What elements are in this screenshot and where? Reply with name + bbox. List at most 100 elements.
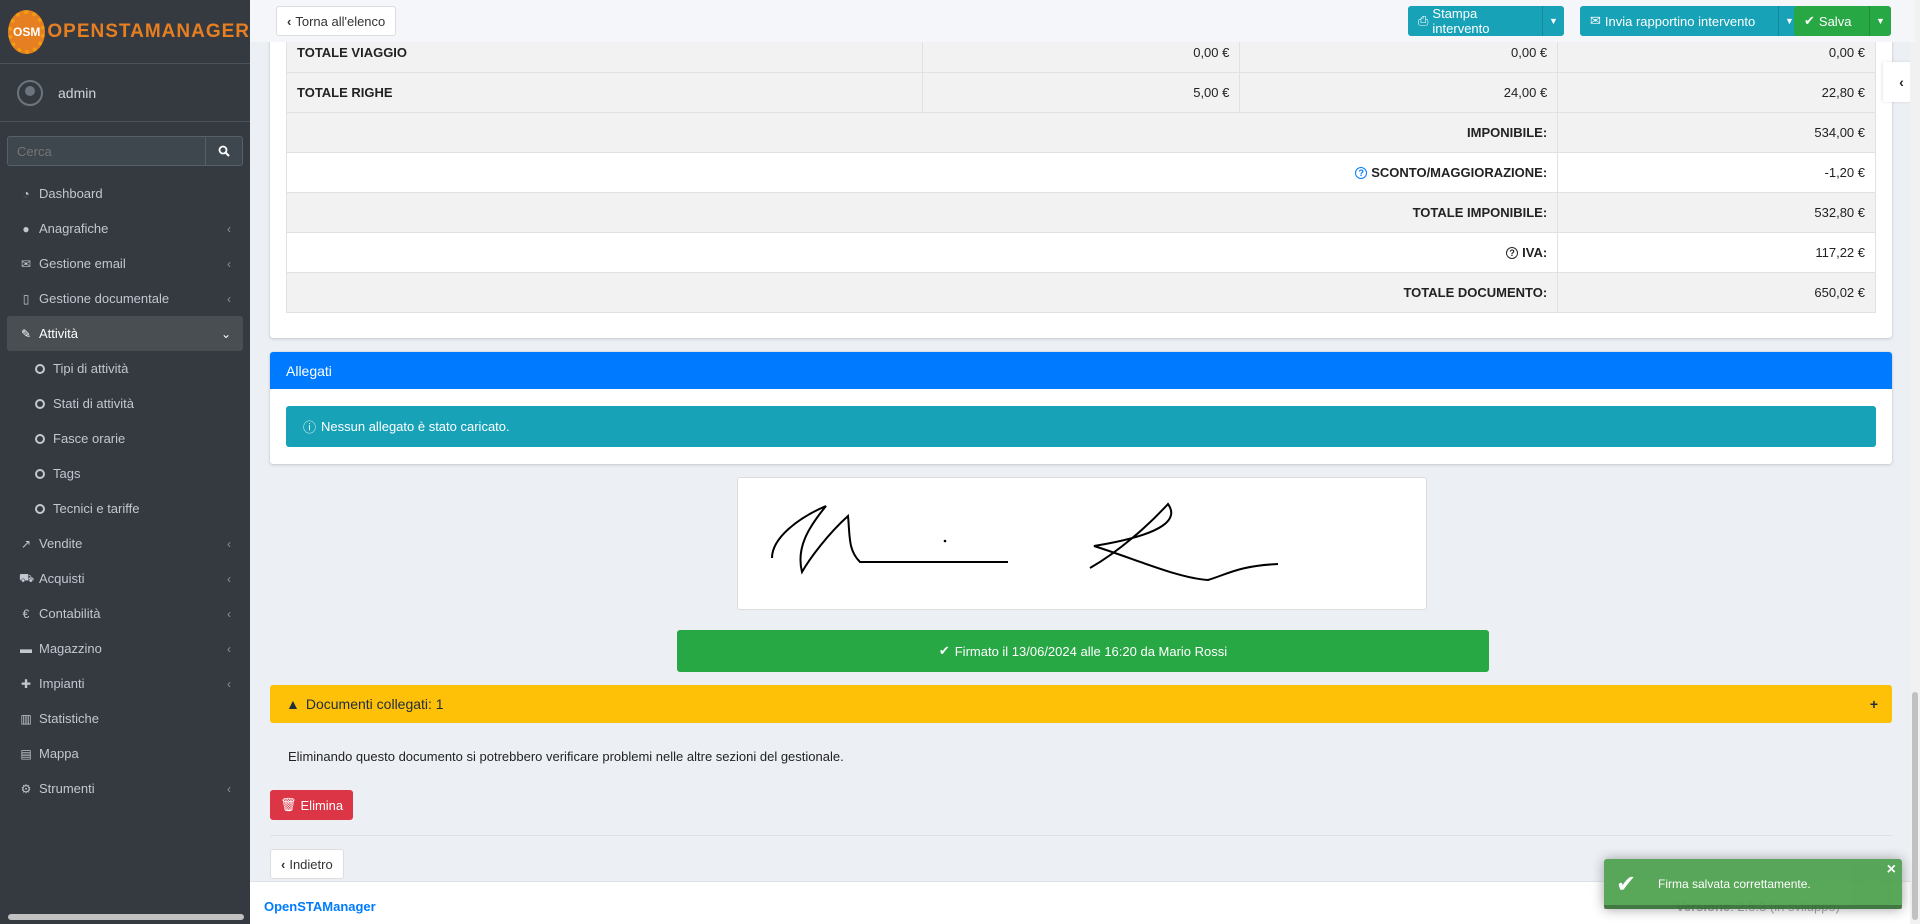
table-row: ? IVA: 117,22 € [285,232,1876,273]
sidebar-item-label: Vendite [39,536,83,551]
linked-documents-panel[interactable]: ▲ Documenti collegati: 1 + [270,685,1892,723]
user-avatar-icon [17,79,43,106]
save-label: Salva [1818,13,1852,29]
table-row: TOTALE RIGHE 5,00 € 24,00 € 22,80 € [286,72,1876,113]
sidebar-item-dashboard[interactable]: ◔ Dashboard [7,176,243,211]
dashboard-icon: ◔ [22,186,30,201]
success-toast[interactable]: ✔ Firma salvata correttamente. × [1604,859,1902,909]
cell-value: 650,02 € [1557,272,1876,313]
sidebar-item-impianti[interactable]: ✚ Impianti ‹ [7,666,243,701]
handwritten-signature [771,502,1279,582]
question-circle-icon[interactable]: ? [1506,247,1519,259]
sidebar-item-label: Contabilità [39,606,101,621]
scrollbar-thumb[interactable] [1912,692,1918,920]
chevron-left-icon: ‹ [287,13,292,29]
delete-warning-text: Eliminando questo documento si potrebber… [288,749,844,764]
sidebar-item-label: Impianti [39,676,85,691]
envelope-icon: ✉ [20,256,32,271]
search-input[interactable] [7,136,206,166]
map-icon: ▤ [20,746,32,761]
sidebar-item-attivita[interactable]: ✎ Attività ⌄ [7,316,243,351]
euro-icon: € [22,606,30,621]
sidebar-item-label: Anagrafiche [39,221,109,236]
brand-logo: OSM [8,9,46,54]
sidebar-item-label: Dashboard [39,186,103,201]
chevron-left-icon: ‹ [227,221,231,236]
circle-icon [35,468,45,479]
send-report-label: Invia rapportino intervento [1604,13,1756,29]
chevron-left-icon: ‹ [227,641,231,656]
main-content: TOTALE VIAGGIO 0,00 € 0,00 € 0,00 € TOTA… [250,0,1920,924]
info-circle-icon: ⓘ [303,420,317,435]
toast-message: Firma salvata correttamente. [1658,877,1811,891]
print-intervention-button[interactable]: ⎙ Stampa intervento [1408,6,1542,36]
sidebar-item-statistiche[interactable]: ▥ Statistiche [7,701,243,736]
sidebar-item-mappa[interactable]: ▤ Mappa [7,736,243,771]
user-panel[interactable]: admin [0,64,250,122]
cog-icon: ⚙ [20,781,32,796]
close-icon[interactable]: × [1887,861,1896,879]
sidebar-scrollbar[interactable] [8,914,244,920]
send-report-button[interactable]: ✉ Invia rapportino intervento [1580,6,1778,36]
table-row: TOTALE IMPONIBILE: 532,80 € [285,192,1876,233]
page-scrollbar[interactable] [1910,0,1920,924]
main-sidebar: OSM OPENSTAMANAGER admin ◔ Dashboard ● Ana… [0,0,250,924]
check-icon: ✔ [1804,13,1815,28]
sidebar-item-label: Gestione email [39,256,126,271]
brand[interactable]: OSM OPENSTAMANAGER [0,0,250,64]
delete-button[interactable]: 🗑 Elimina [270,790,354,820]
print-dropdown-toggle[interactable]: ▼ [1542,6,1564,36]
sidebar-item-label: Magazzino [39,641,102,656]
back-to-list-button[interactable]: ‹ Torna all'elenco [276,6,397,36]
cart-icon: ⛟ [19,570,35,585]
sidebar-item-tipi-attivita[interactable]: Tipi di attività [7,351,243,386]
sidebar-item-acquisti[interactable]: ⛟ Acquisti ‹ [7,561,243,596]
row-label: IVA: [1522,245,1548,260]
plus-icon[interactable]: + [1870,696,1878,712]
toast-progress-bar [1604,905,1902,909]
caret-down-icon: ▼ [1549,16,1558,26]
check-icon: ✔ [938,643,950,658]
chevron-left-icon: ‹ [227,606,231,621]
sidebar-item-label: Statistiche [39,711,99,726]
user-name[interactable]: admin [58,85,96,101]
search-button[interactable] [205,136,243,166]
circle-icon [35,503,45,514]
circle-icon [35,433,45,444]
chevron-left-icon: ‹ [227,571,231,586]
sidebar-item-magazzino[interactable]: ▬ Magazzino ‹ [7,631,243,666]
footer-brand-link[interactable]: OpenSTAManager [264,899,376,914]
sidebar-item-vendite[interactable]: ↗ Vendite ‹ [7,526,243,561]
row-label: SCONTO/MAGGIORAZIONE: [1371,165,1548,180]
attachments-empty-message: Nessun allegato è stato caricato. [321,419,510,434]
sidebar-item-gestione-email[interactable]: ✉ Gestione email ‹ [7,246,243,281]
sidebar-item-strumenti[interactable]: ⚙ Strumenti ‹ [7,771,243,806]
file-icon: ▯ [22,291,30,306]
search-icon [218,145,230,157]
question-circle-icon[interactable]: ? [1355,167,1368,179]
row-label-cell: ? SCONTO/MAGGIORAZIONE: [285,152,1559,193]
warning-icon: ▲ [286,696,300,712]
sidebar-item-gestione-documentale[interactable]: ▯ Gestione documentale ‹ [7,281,243,316]
chevron-left-icon: ‹ [227,536,231,551]
circle-icon [35,363,45,374]
sidebar-item-label: Tipi di attività [53,361,129,376]
save-dropdown-toggle[interactable]: ▼ [1869,6,1891,36]
sidebar-item-stati-attivita[interactable]: Stati di attività [7,386,243,421]
sidebar-item-label: Fasce orarie [53,431,126,446]
delete-label: Elimina [300,797,344,813]
sidebar-item-tecnici-tariffe[interactable]: Tecnici e tariffe [7,491,243,526]
chevron-left-icon: ‹ [1899,74,1904,90]
sidebar-item-tags[interactable]: Tags [7,456,243,491]
sidebar-item-label: Acquisti [39,571,85,586]
table-row: IMPONIBILE: 534,00 € [285,112,1876,153]
cell-value: -1,20 € [1557,152,1876,193]
save-button[interactable]: ✔ Salva [1794,6,1869,36]
sidebar-item-fasce-orarie[interactable]: Fasce orarie [7,421,243,456]
toolbar: ‹ Torna all'elenco ⎙ Stampa intervento ▼ ✉… [250,0,1915,42]
sidebar-item-anagrafiche[interactable]: ● Anagrafiche ‹ [7,211,243,246]
attachments-header: Allegati [270,352,1892,389]
sidebar-item-contabilita[interactable]: € Contabilità ‹ [7,596,243,631]
cell-value: 22,80 € [1557,72,1876,113]
back-button[interactable]: ‹ Indietro [270,849,344,879]
